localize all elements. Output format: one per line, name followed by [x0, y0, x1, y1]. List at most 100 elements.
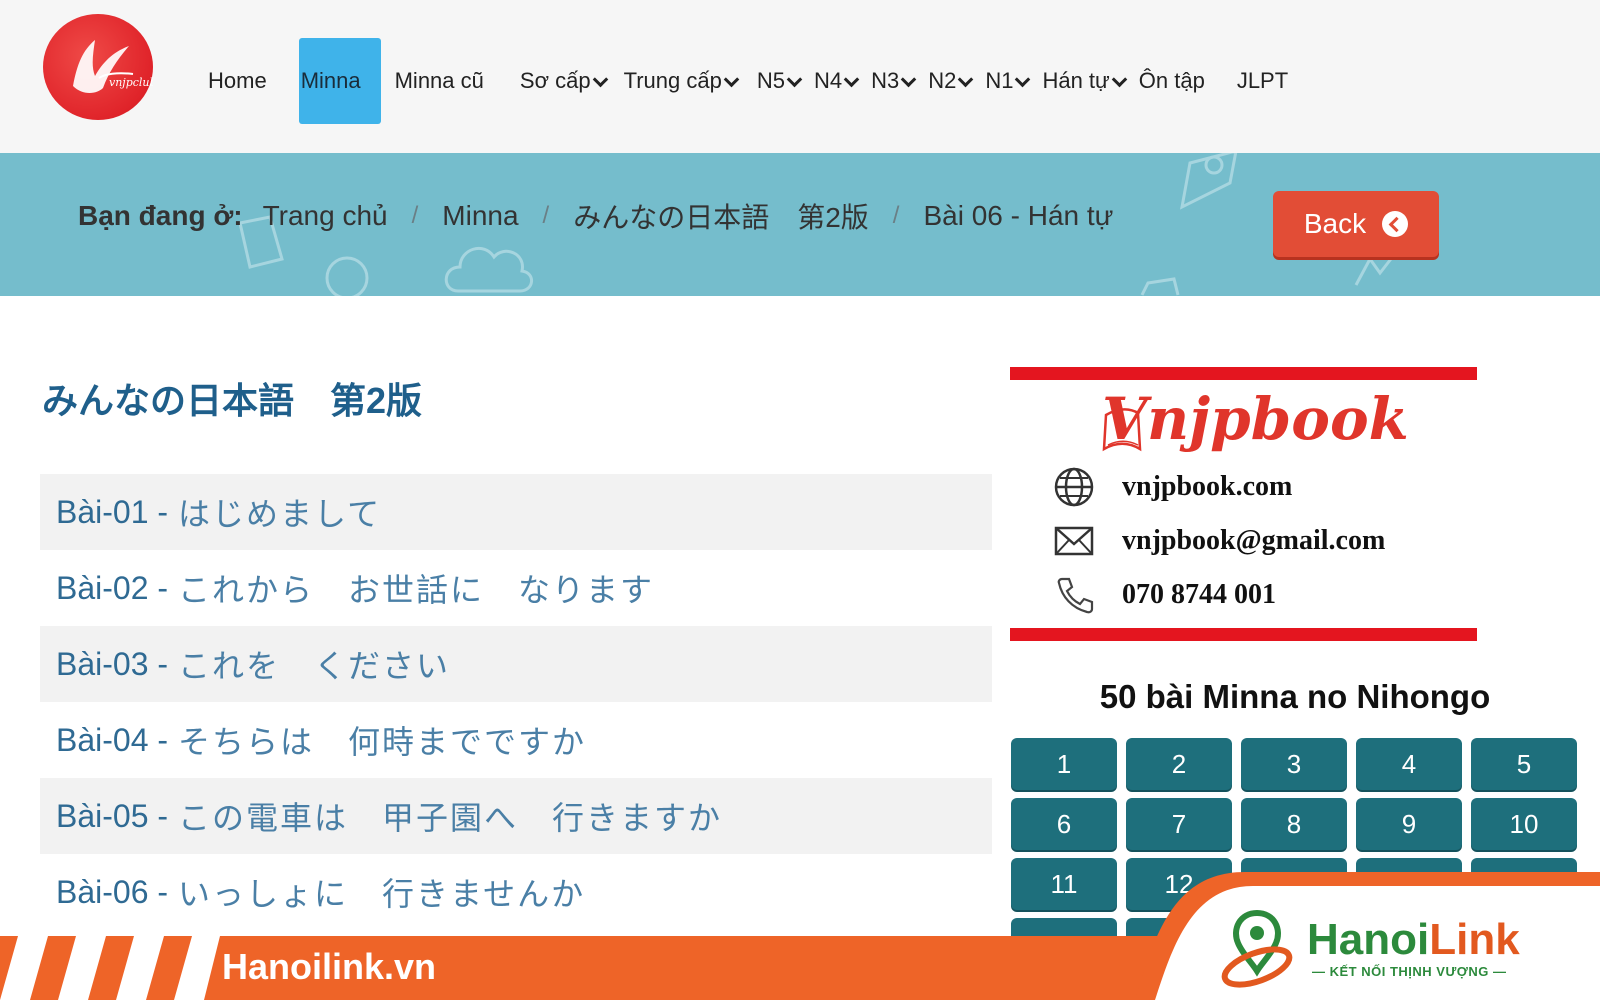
- nav-item-hán-tự[interactable]: Hán tự: [1042, 38, 1128, 124]
- breadcrumb: Bạn đang ở: Trang chủ / Minna / みんなの日本語 第2版 /…: [78, 196, 1113, 236]
- hanoilink-brand-part2: Link: [1429, 915, 1520, 964]
- map-pin-deco-icon: [1179, 153, 1238, 210]
- nav-item-trung-cấp[interactable]: Trung cấp: [624, 38, 747, 124]
- lesson-list: Bài-01 - はじめまして Bài-02 - これから お世話に なります Bài-…: [40, 474, 992, 930]
- lesson-number-button[interactable]: 11: [1011, 858, 1117, 910]
- nav-item-minna-cũ[interactable]: Minna cũ: [395, 38, 494, 124]
- nav-item-home[interactable]: Home: [208, 38, 277, 124]
- nav-item-label: Minna cũ: [394, 68, 484, 93]
- phone-icon: [1052, 573, 1096, 617]
- check-deco-icon: [1354, 254, 1396, 286]
- breadcrumb-item: Bài 06 - Hán tự: [923, 200, 1114, 231]
- chevron-down-icon: [1015, 71, 1031, 87]
- lesson-row[interactable]: Bài-05 - この電車は 甲子園へ 行きますか: [40, 778, 992, 854]
- nav-item-label: N2: [928, 68, 957, 93]
- contact-website[interactable]: vnjpbook.com: [1052, 465, 1292, 509]
- chevron-down-icon: [723, 71, 740, 87]
- nav-item-label: N5: [756, 68, 785, 93]
- hanoilink-brand: HanoiLink: [1307, 915, 1520, 965]
- hanoilink-slogan: — KẾT NỐI THỊNH VƯỢNG —: [1312, 964, 1507, 979]
- nav-item-n1[interactable]: N1: [985, 38, 1032, 124]
- lesson-number: Bài-06 -: [56, 873, 169, 910]
- phone-text: 070 8744 001: [1122, 579, 1276, 610]
- lesson-number-button[interactable]: 1: [1011, 738, 1117, 790]
- nav-item-ôn-tập[interactable]: Ôn tập: [1139, 38, 1209, 124]
- lesson-number-button[interactable]: 2: [1126, 738, 1232, 790]
- lesson-title: これを ください: [178, 648, 451, 684]
- main-nav: Home Minna Minna cũ Sơ cấp Trung cấp N5 N4 N3 N2…: [208, 38, 1296, 124]
- lesson-number: Bài-04 -: [56, 721, 169, 758]
- lesson-number-button[interactable]: 5: [1471, 738, 1577, 790]
- circle-deco-icon: [325, 256, 369, 296]
- footer-site-text: Hanoilink.vn: [222, 946, 437, 987]
- mail-icon: [1052, 519, 1096, 563]
- chevron-down-icon: [958, 71, 974, 87]
- lesson-grid-title: 50 bài Minna no Nihongo: [1099, 678, 1491, 715]
- page: vnjpclub Home Minna Minna cũ Sơ cấp Trung cấ…: [0, 0, 1600, 1000]
- lesson-number: Bài-02 -: [56, 569, 169, 606]
- nav-item-n4[interactable]: N4: [814, 38, 861, 124]
- breadcrumb-item[interactable]: みんなの日本語 第2版: [573, 196, 869, 236]
- hanoilink-brand-part1: Hanoi: [1307, 915, 1430, 964]
- breadcrumb-item[interactable]: Trang chủ: [263, 200, 388, 232]
- lesson-row[interactable]: Bài-02 - これから お世話に なります: [40, 550, 992, 626]
- back-button[interactable]: Back: [1273, 191, 1439, 257]
- nav-item-jlpt[interactable]: JLPT: [1237, 38, 1296, 124]
- lesson-row[interactable]: Bài-06 - いっしょに 行きませんか: [40, 854, 992, 930]
- globe-icon: [1052, 465, 1096, 509]
- stripes-decoration-icon: [0, 936, 220, 1000]
- chevron-down-icon: [592, 71, 608, 87]
- breadcrumb-separator: /: [892, 202, 900, 229]
- lesson-row[interactable]: Bài-01 - はじめまして: [40, 474, 992, 550]
- vnjpbook-card[interactable]: Vnjpbook vnjpbook.com vnjpbook@gmail.com…: [1010, 367, 1477, 641]
- lesson-row[interactable]: Bài-04 - そちらは 何時までですか: [40, 702, 992, 778]
- arrow-left-circle-icon: [1382, 211, 1409, 237]
- nav-item-n2[interactable]: N2: [928, 38, 975, 124]
- nav-item-label: N4: [813, 68, 843, 93]
- nav-item-label: Hán tự: [1042, 68, 1110, 93]
- breadcrumb-lead: Bạn đang ở:: [78, 200, 243, 231]
- breadcrumb-separator: /: [542, 202, 550, 229]
- nav-item-label: Ôn tập: [1138, 68, 1205, 93]
- contact-phone[interactable]: 070 8744 001: [1052, 573, 1276, 617]
- svg-text:vnjpclub: vnjpclub: [109, 76, 153, 89]
- card-bottom-bar: [1010, 628, 1477, 641]
- section-title: みんなの日本語 第2版: [42, 380, 423, 421]
- lesson-number-button[interactable]: 9: [1356, 798, 1462, 850]
- hanoilink-slogan-text: KẾT NỐI THỊNH VƯỢNG: [1329, 964, 1489, 979]
- lesson-number-button[interactable]: 6: [1011, 798, 1117, 850]
- lesson-number-button[interactable]: 7: [1126, 798, 1232, 850]
- lesson-title: そちらは 何時までですか: [178, 724, 587, 760]
- contact-email[interactable]: vnjpbook@gmail.com: [1052, 519, 1385, 563]
- nav-item-label: JLPT: [1236, 68, 1289, 93]
- lesson-number-button[interactable]: 8: [1241, 798, 1347, 850]
- lesson-number: Bài-05 -: [56, 797, 169, 834]
- lesson-title: これから お世話に なります: [178, 572, 655, 608]
- site-header: vnjpclub Home Minna Minna cũ Sơ cấp Trung cấ…: [0, 0, 1600, 153]
- nav-item-n5[interactable]: N5: [757, 38, 804, 124]
- card-top-bar: [1010, 367, 1477, 380]
- breadcrumb-item[interactable]: Minna: [442, 200, 518, 232]
- lesson-row[interactable]: Bài-03 - これを ください: [40, 626, 992, 702]
- nav-item-sơ-cấp[interactable]: Sơ cấp: [520, 38, 616, 124]
- vnjpclub-crane-logo-icon[interactable]: vnjpclub: [43, 14, 153, 120]
- nav-item-minna[interactable]: Minna: [298, 38, 381, 124]
- nav-item-label: N1: [985, 68, 1014, 93]
- nav-item-label: Trung cấp: [623, 68, 722, 93]
- chevron-down-icon: [1111, 71, 1128, 87]
- lesson-number-button[interactable]: 3: [1241, 738, 1347, 790]
- cloud-deco-icon: [444, 246, 533, 293]
- lesson-number-button[interactable]: 4: [1356, 738, 1462, 790]
- lesson-title: この電車は 甲子園へ 行きますか: [178, 800, 723, 836]
- chevron-down-icon: [843, 71, 860, 87]
- lesson-number-button[interactable]: 10: [1471, 798, 1577, 850]
- nav-item-label: Sơ cấp: [519, 68, 591, 93]
- lesson-number: Bài-01 -: [56, 493, 169, 530]
- chevron-down-icon: [786, 71, 803, 87]
- nav-item-label: Home: [208, 68, 267, 93]
- back-button-label: Back: [1303, 208, 1367, 239]
- nav-item-n3[interactable]: N3: [871, 38, 918, 124]
- website-text: vnjpbook.com: [1122, 471, 1293, 502]
- box-deco-icon: [1140, 277, 1180, 296]
- lesson-title: はじめまして: [178, 496, 382, 532]
